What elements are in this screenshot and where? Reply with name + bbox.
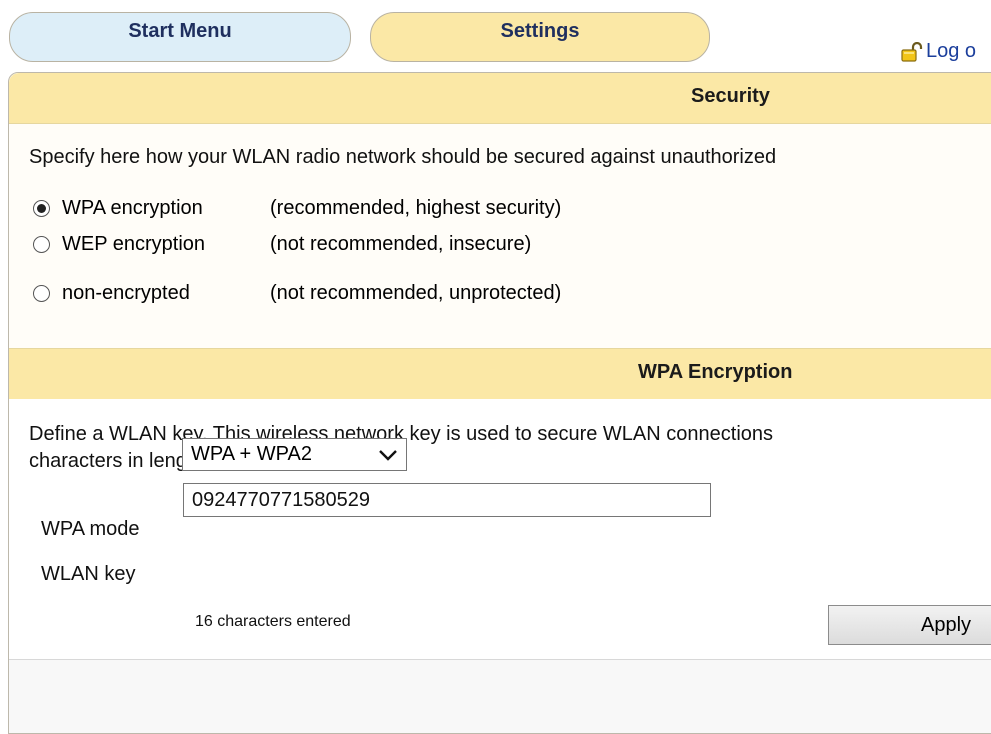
radio-wpa-desc: (recommended, highest security) — [270, 196, 562, 219]
footer-bar — [9, 659, 991, 733]
security-header: Security — [9, 73, 991, 124]
wpa-mode-value: WPA + WPA2 — [191, 443, 312, 465]
wlan-key-input[interactable] — [183, 483, 711, 517]
tab-start-menu[interactable]: Start Menu — [9, 12, 351, 62]
wpa-title: WPA Encryption — [638, 361, 793, 383]
security-intro: Specify here how your WLAN radio network… — [29, 146, 777, 168]
radio-wpa[interactable] — [33, 199, 50, 217]
security-section: Specify here how your WLAN radio network… — [9, 124, 991, 348]
security-title: Security — [691, 85, 770, 107]
radio-none[interactable] — [33, 284, 50, 302]
logout-link[interactable]: Log o — [901, 40, 976, 63]
radio-wpa-label[interactable]: WPA encryption — [62, 197, 270, 220]
chevron-down-icon — [378, 446, 398, 469]
wpa-mode-select[interactable]: WPA + WPA2 — [182, 438, 407, 471]
wlan-key-label: WLAN key — [41, 563, 136, 585]
open-lock-icon — [901, 41, 923, 62]
radio-wep-desc: (not recommended, insecure) — [270, 232, 532, 255]
radio-none-desc: (not recommended, unprotected) — [270, 281, 562, 304]
wpa-mode-label: WPA mode — [41, 518, 140, 540]
radio-wep-label[interactable]: WEP encryption — [62, 233, 270, 256]
char-count-text: 16 characters entered — [195, 613, 351, 630]
radio-option-wpa[interactable]: WPA encryption (recommended, highest sec… — [33, 194, 561, 222]
wpa-header: WPA Encryption — [9, 348, 991, 400]
radio-wep[interactable] — [33, 235, 50, 253]
radio-option-none[interactable]: non-encrypted (not recommended, unprotec… — [33, 279, 561, 307]
logout-label: Log o — [926, 40, 977, 62]
tab-settings[interactable]: Settings — [370, 12, 710, 62]
radio-option-wep[interactable]: WEP encryption (not recommended, insecur… — [33, 230, 531, 258]
apply-button[interactable]: Apply — [828, 605, 991, 645]
radio-none-label[interactable]: non-encrypted — [62, 282, 270, 305]
